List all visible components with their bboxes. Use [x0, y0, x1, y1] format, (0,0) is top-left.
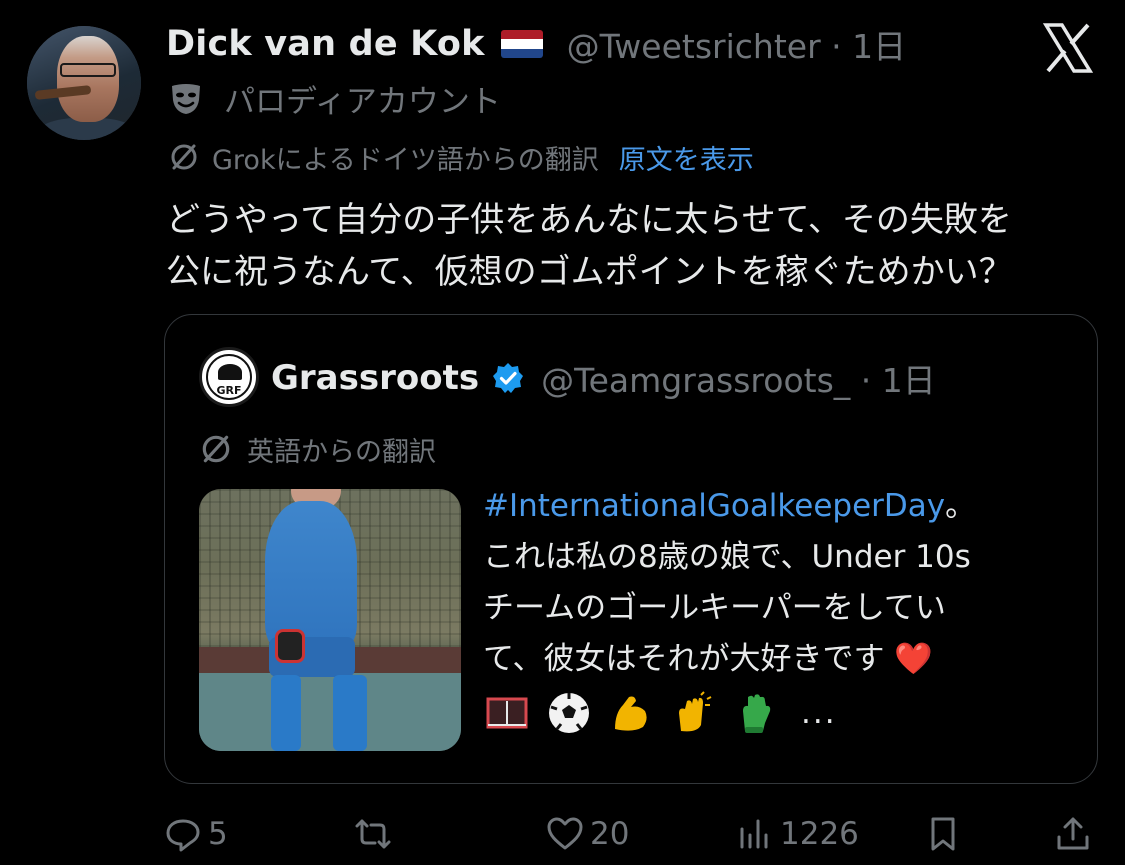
- views-button[interactable]: 1226: [736, 808, 859, 860]
- author-header: Dick van de Kok @Tweetsrichter · 1日: [166, 20, 906, 68]
- like-button[interactable]: 20: [546, 808, 629, 860]
- more-ellipsis: ...: [801, 695, 837, 731]
- translate-icon: [202, 435, 230, 463]
- views-chart-icon: [740, 819, 768, 849]
- reply-button[interactable]: 5: [164, 808, 228, 860]
- author-display-name[interactable]: Dick van de Kok: [166, 24, 485, 64]
- repost-icon: [355, 819, 391, 849]
- parody-text: パロディアカウント: [224, 83, 501, 120]
- share-button[interactable]: [1054, 808, 1092, 860]
- soccer-ball-emoji-icon: [545, 689, 593, 737]
- tweet-action-bar: 5 20 1226: [164, 808, 1094, 860]
- quoted-tweet-text: #InternationalGoalkeeperDay。 これは私の8歳の娘で、…: [483, 481, 1073, 685]
- reply-count: 5: [208, 816, 228, 852]
- x-logo-icon: [1042, 23, 1094, 73]
- quoted-author-name[interactable]: Grassroots: [271, 358, 479, 398]
- tweet-text: どうやって自分の子供をあんなに太らせて、その失敗を 公に祝うなんて、仮想のゴムポ…: [166, 200, 1013, 292]
- hashtag-link[interactable]: #InternationalGoalkeeperDay: [483, 488, 945, 524]
- glove-emoji-icon: [731, 689, 779, 737]
- grf-logo-text: GRF: [216, 384, 242, 397]
- quoted-author-avatar[interactable]: GRF: [199, 347, 259, 407]
- parody-account-label: パロディアカウント: [168, 78, 501, 120]
- quoted-translation-note: 英語からの翻訳: [199, 429, 436, 469]
- quoted-tweet[interactable]: GRF Grassroots @Teamgrassroots_ · 1日 英語か…: [164, 314, 1098, 784]
- tweet-detail: Dick van de Kok @Tweetsrichter · 1日 パロディ…: [0, 0, 1125, 865]
- clapping-hands-emoji-icon: [669, 689, 717, 737]
- bookmark-icon: [931, 817, 955, 851]
- reply-icon: [166, 819, 200, 852]
- flexed-biceps-emoji-icon: [607, 689, 655, 737]
- quoted-author-handle-time[interactable]: @Teamgrassroots_ · 1日: [541, 354, 936, 402]
- netherlands-flag-icon: [500, 30, 543, 58]
- quoted-author-header: Grassroots @Teamgrassroots_ · 1日: [271, 353, 936, 403]
- verified-badge-icon: [493, 363, 524, 393]
- share-icon: [1057, 817, 1089, 850]
- translate-icon: [171, 144, 197, 170]
- like-count: 20: [590, 816, 630, 852]
- author-avatar[interactable]: [27, 26, 141, 140]
- quoted-translation-text: 英語からの翻訳: [247, 436, 436, 468]
- goal-net-emoji-icon: [483, 689, 531, 737]
- translation-note: Grokによるドイツ語からの翻訳 原文を表示: [168, 138, 754, 176]
- translation-text: Grokによるドイツ語からの翻訳: [212, 144, 599, 176]
- theater-mask-icon: [172, 84, 200, 114]
- emoji-row: ...: [483, 687, 837, 739]
- repost-button[interactable]: [354, 808, 398, 860]
- goalkeeper-photo[interactable]: [199, 489, 461, 751]
- heart-icon: [547, 817, 583, 850]
- view-count: 1226: [780, 816, 859, 852]
- bookmark-button[interactable]: [924, 808, 962, 860]
- show-original-link[interactable]: 原文を表示: [619, 138, 754, 177]
- author-handle-time[interactable]: @Tweetsrichter · 1日: [567, 20, 907, 68]
